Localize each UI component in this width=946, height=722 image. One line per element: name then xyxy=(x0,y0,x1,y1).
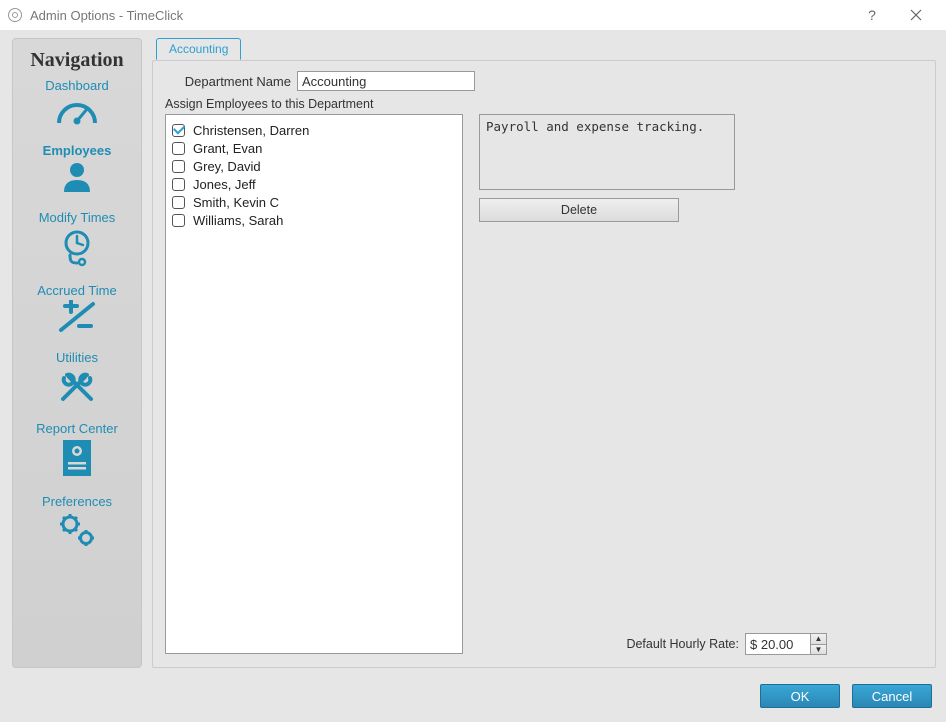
default-hourly-rate-row: Default Hourly Rate: ▲ ▼ xyxy=(626,633,827,655)
employee-row[interactable]: Grey, David xyxy=(172,157,456,175)
department-name-row: Department Name xyxy=(165,71,923,91)
window-body: Navigation Dashboard Employees xyxy=(0,30,946,722)
nav-item-modify-times[interactable]: Modify Times xyxy=(13,210,141,267)
default-hourly-rate-input[interactable] xyxy=(746,634,810,654)
employee-name: Christensen, Darren xyxy=(193,123,309,138)
employee-checkbox[interactable] xyxy=(172,160,185,173)
employee-checkbox[interactable] xyxy=(172,124,185,137)
tab-strip: Accounting xyxy=(152,38,936,60)
default-hourly-rate-field: ▲ ▼ xyxy=(745,633,827,655)
utilities-icon xyxy=(13,367,141,405)
cancel-button[interactable]: Cancel xyxy=(852,684,932,708)
tab-accounting[interactable]: Accounting xyxy=(156,38,241,60)
navigation-sidebar: Navigation Dashboard Employees xyxy=(12,38,142,668)
help-button[interactable]: ? xyxy=(850,0,894,30)
nav-item-label: Modify Times xyxy=(13,210,141,225)
title-bar: Admin Options - TimeClick ? xyxy=(0,0,946,30)
nav-item-report-center[interactable]: Report Center xyxy=(13,421,141,478)
app-icon xyxy=(8,8,22,22)
department-name-label: Department Name xyxy=(165,74,291,89)
rate-spin-up[interactable]: ▲ xyxy=(811,634,826,644)
employee-list[interactable]: Christensen, Darren Grant, Evan Grey, Davi… xyxy=(165,114,463,654)
employee-name: Williams, Sarah xyxy=(193,213,283,228)
ok-button[interactable]: OK xyxy=(760,684,840,708)
employee-checkbox[interactable] xyxy=(172,142,185,155)
employee-row[interactable]: Smith, Kevin C xyxy=(172,193,456,211)
default-hourly-rate-label: Default Hourly Rate: xyxy=(626,637,739,651)
employee-checkbox[interactable] xyxy=(172,178,185,191)
nav-item-label: Employees xyxy=(13,143,141,158)
dialog-footer: OK Cancel xyxy=(760,684,932,708)
delete-button[interactable]: Delete xyxy=(479,198,679,222)
nav-item-label: Utilities xyxy=(13,350,141,365)
navigation-heading: Navigation xyxy=(13,49,141,72)
nav-item-label: Report Center xyxy=(13,421,141,436)
employee-name: Grey, David xyxy=(193,159,261,174)
nav-item-utilities[interactable]: Utilities xyxy=(13,350,141,405)
employee-name: Grant, Evan xyxy=(193,141,262,156)
department-panel: Department Name Assign Employees to this… xyxy=(152,60,936,668)
close-icon xyxy=(910,9,922,21)
nav-item-accrued-time[interactable]: Accrued Time xyxy=(13,283,141,334)
employee-checkbox[interactable] xyxy=(172,214,185,227)
employee-name: Smith, Kevin C xyxy=(193,195,279,210)
nav-item-dashboard[interactable]: Dashboard xyxy=(13,78,141,127)
nav-item-employees[interactable]: Employees xyxy=(13,143,141,194)
department-description-box[interactable] xyxy=(479,114,735,190)
employee-checkbox[interactable] xyxy=(172,196,185,209)
nav-item-label: Preferences xyxy=(13,494,141,509)
modify-times-icon xyxy=(13,227,141,267)
department-name-input[interactable] xyxy=(297,71,475,91)
close-button[interactable] xyxy=(894,0,938,30)
rate-spin-down[interactable]: ▼ xyxy=(811,644,826,655)
dashboard-icon xyxy=(13,95,141,127)
employee-row[interactable]: Williams, Sarah xyxy=(172,211,456,229)
preferences-icon xyxy=(13,511,141,549)
report-center-icon xyxy=(13,438,141,478)
employees-icon xyxy=(13,160,141,194)
employee-row[interactable]: Jones, Jeff xyxy=(172,175,456,193)
nav-item-label: Accrued Time xyxy=(13,283,141,298)
nav-item-label: Dashboard xyxy=(13,78,141,93)
content-area: Accounting Department Name Assign Employ… xyxy=(152,38,936,668)
employee-name: Jones, Jeff xyxy=(193,177,256,192)
employee-row[interactable]: Christensen, Darren xyxy=(172,121,456,139)
window-title: Admin Options - TimeClick xyxy=(30,8,850,23)
employee-row[interactable]: Grant, Evan xyxy=(172,139,456,157)
accrued-time-icon xyxy=(13,300,141,334)
assign-employees-label: Assign Employees to this Department xyxy=(165,97,923,111)
rate-spinner: ▲ ▼ xyxy=(810,634,826,654)
nav-item-preferences[interactable]: Preferences xyxy=(13,494,141,549)
